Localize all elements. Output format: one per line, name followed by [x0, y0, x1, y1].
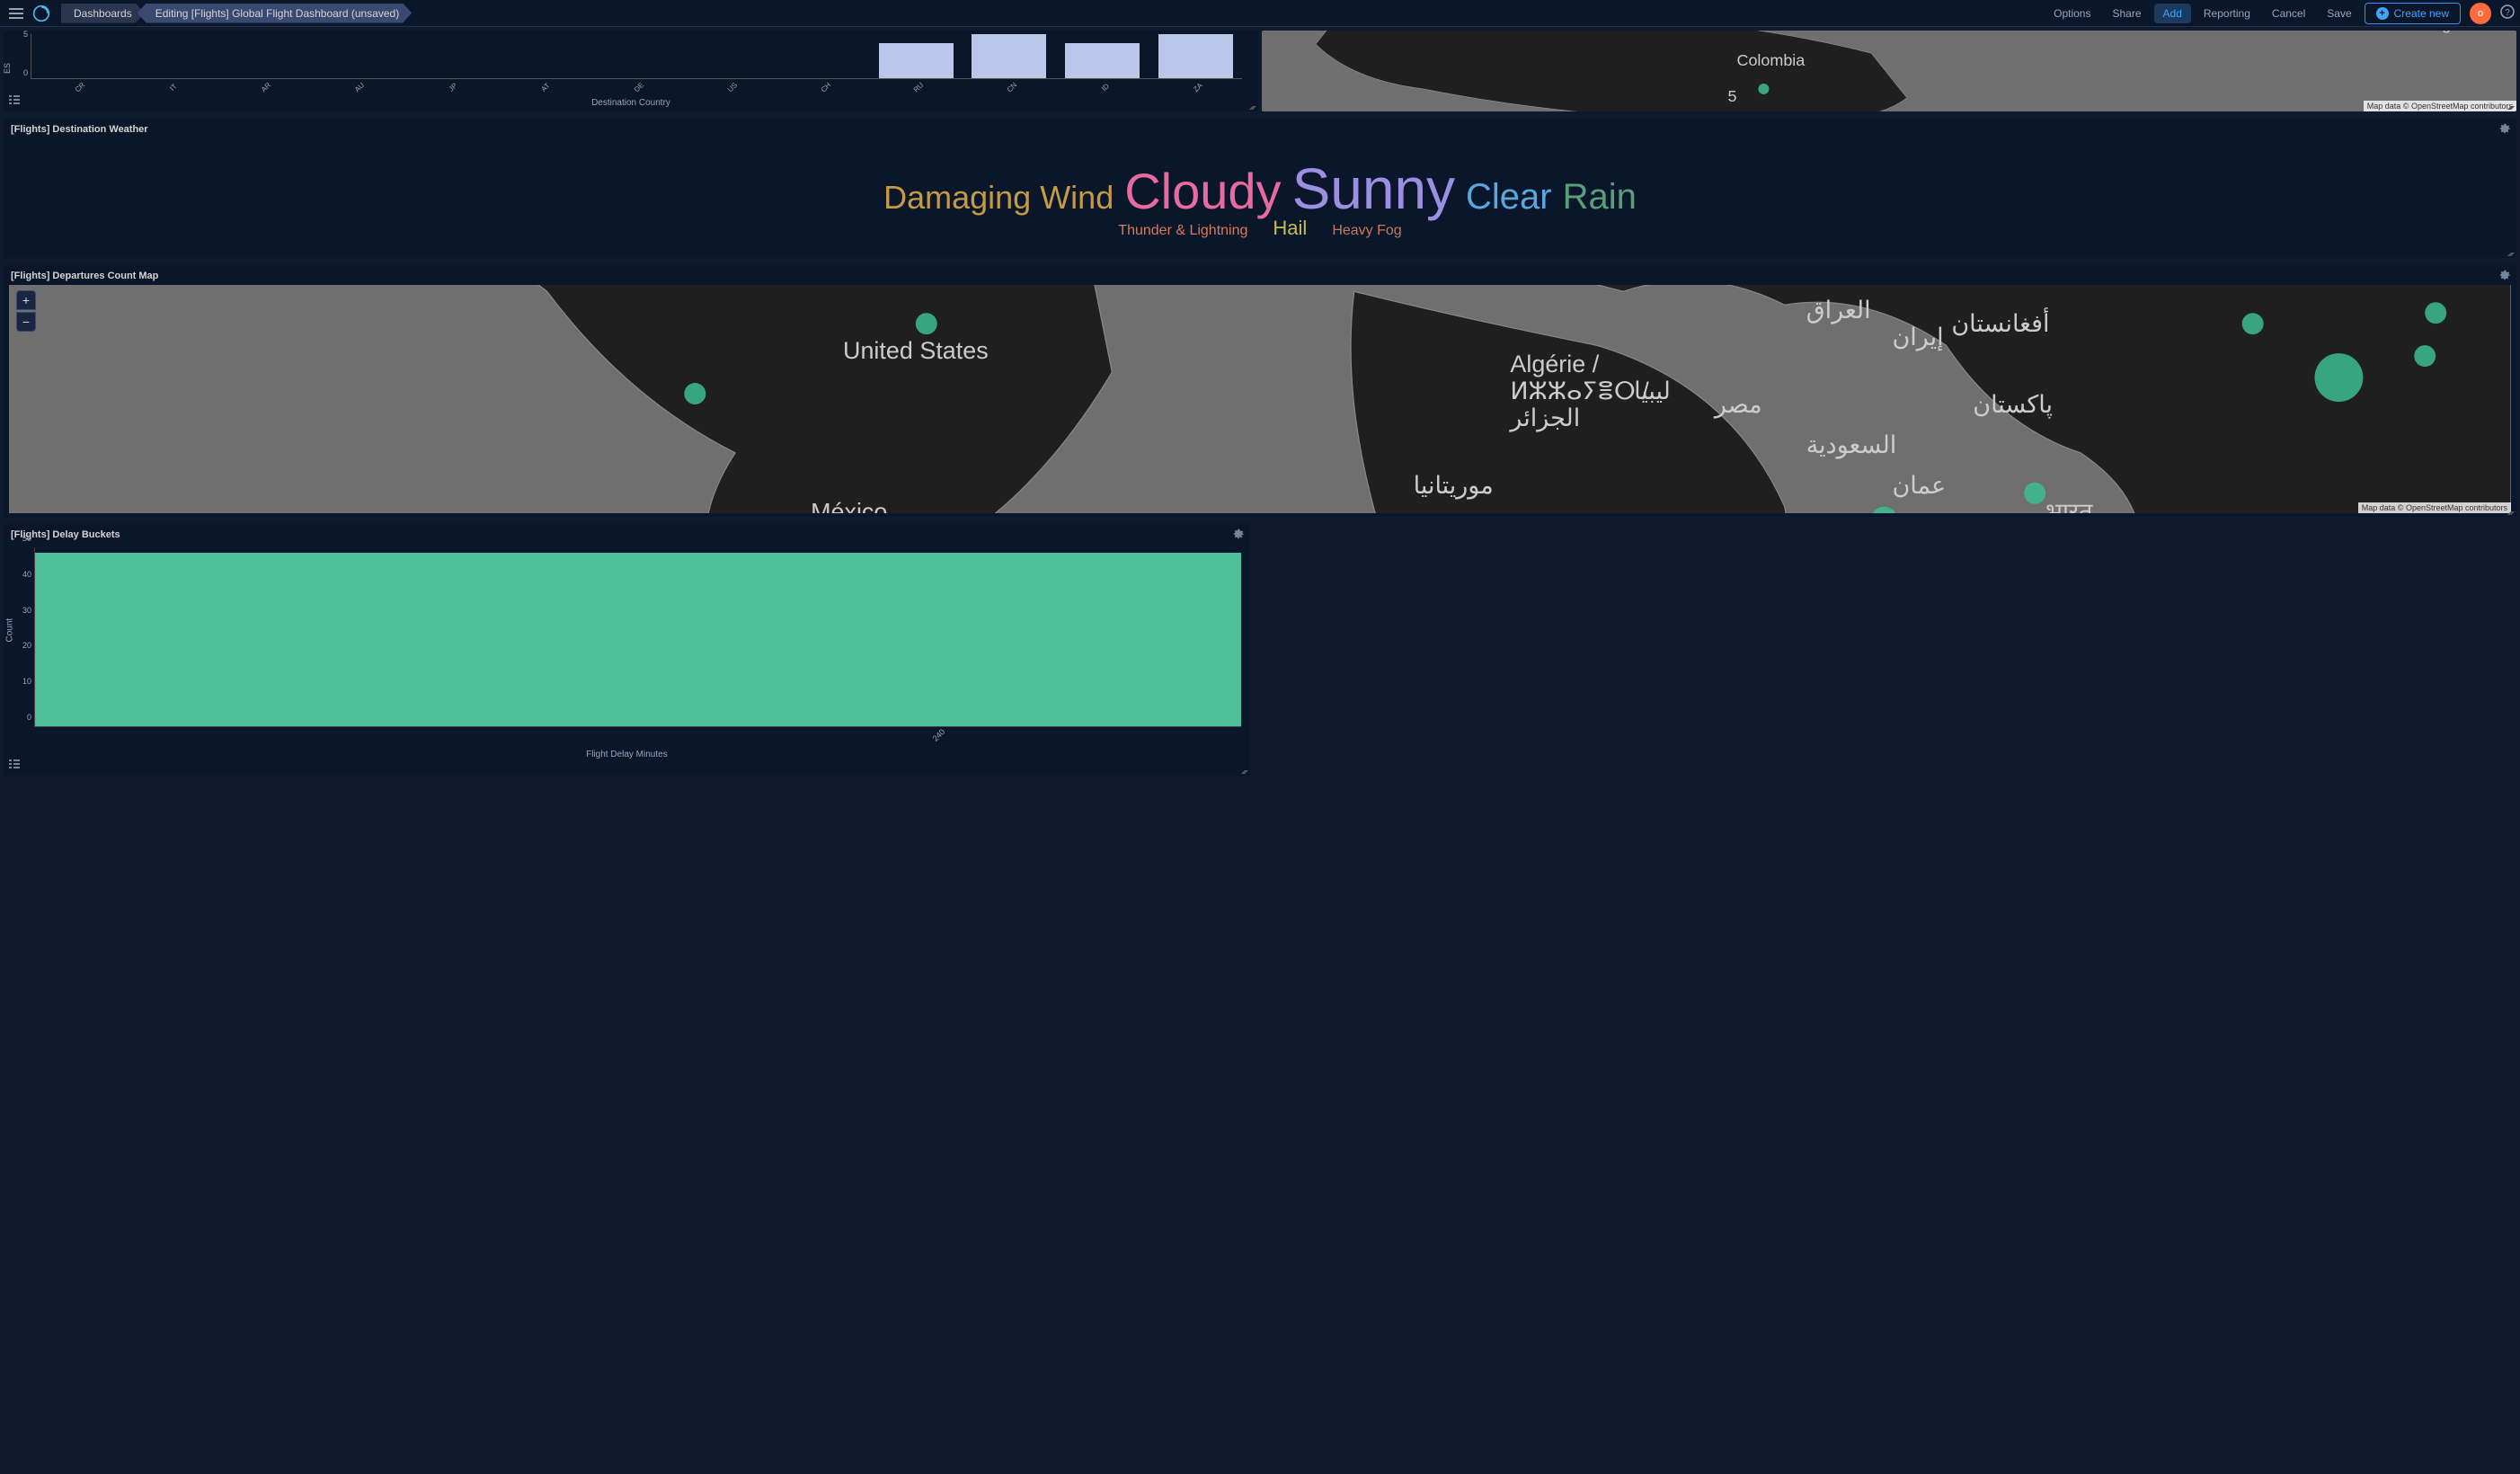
departures-map-panel: [Flights] Departures Count Map + − Unite…	[4, 265, 2516, 517]
create-new-label: Create new	[2394, 7, 2449, 20]
map-country-label: ⵍⵣⵣⴰⵢⴻⵔ /	[1510, 377, 1649, 404]
x-tick: 240	[930, 727, 946, 743]
gear-icon[interactable]	[2498, 122, 2511, 138]
map-country-label: موريتانيا	[1414, 472, 1494, 500]
share-button[interactable]: Share	[2103, 4, 2150, 23]
wordcloud-word[interactable]: Sunny	[1292, 155, 1455, 222]
y-tick: 50	[22, 534, 31, 543]
word-cloud[interactable]: Damaging Wind CloudySunny Clear Rain Thunde…	[4, 137, 2516, 258]
destination-country-panel: ES 0 5 CRITARAUJPATDEUSCHRUCNIDZA Destin…	[4, 31, 1258, 111]
weather-panel: [Flights] Destination Weather Damaging W…	[4, 119, 2516, 258]
panel-title: [Flights] Departures Count Map	[4, 265, 2516, 283]
map-country-label: پاکستان	[1973, 391, 2053, 419]
wordcloud-word[interactable]: Damaging Wind	[883, 179, 1114, 217]
zoom-controls: + −	[16, 290, 36, 332]
map-data-point[interactable]	[2314, 353, 2363, 402]
x-axis-label: Flight Delay Minutes	[4, 750, 1250, 759]
y-tick: 10	[22, 677, 31, 686]
zoom-out-button[interactable]: −	[16, 312, 36, 332]
map-country-label: مصر	[1713, 391, 1762, 419]
svg-text:?: ?	[2505, 8, 2510, 18]
map-country-label: السودان	[1704, 512, 1788, 513]
breadcrumb-dashboards[interactable]: Dashboards	[61, 4, 145, 23]
help-icon[interactable]: ?	[2500, 4, 2515, 22]
map-label: Colombia	[1736, 51, 1805, 69]
map-country-label: أفغانستان	[1951, 307, 2049, 337]
delay-chart[interactable]: Count 01020304050	[34, 547, 1241, 727]
map-country-label: عمان	[1892, 472, 1946, 499]
legend-toggle-icon[interactable]	[9, 94, 20, 108]
save-button[interactable]: Save	[2318, 4, 2360, 23]
wordcloud-word[interactable]: Cloudy	[1124, 162, 1281, 220]
map-country-label: ليبيا	[1634, 377, 1671, 404]
map-country-label: السعودية	[1806, 431, 1897, 459]
map-tick: 5	[1728, 87, 1737, 105]
legend-toggle-icon[interactable]	[9, 759, 20, 772]
dashboard-body: ES 0 5 CRITARAUJPATDEUSCHRUCNIDZA Destin…	[0, 27, 2520, 786]
options-button[interactable]: Options	[2045, 4, 2099, 23]
breadcrumb: Dashboards Editing [Flights] Global Flig…	[61, 4, 412, 23]
map-data-point[interactable]	[2414, 345, 2436, 367]
map-country-label: México	[811, 499, 887, 513]
gear-icon[interactable]	[2498, 269, 2511, 284]
breadcrumb-current: Editing [Flights] Global Flight Dashboar…	[138, 4, 412, 23]
wordcloud-word[interactable]: Hail	[1273, 217, 1307, 240]
resize-handle[interactable]	[2507, 102, 2515, 110]
create-new-button[interactable]: + Create new	[2365, 3, 2461, 24]
wordcloud-word[interactable]: Clear	[1466, 177, 1552, 218]
wordcloud-word[interactable]: Rain	[1563, 177, 1637, 218]
wordcloud-word[interactable]: Thunder & Lightning	[1118, 223, 1247, 239]
y-tick: 0	[27, 713, 31, 722]
delay-buckets-panel: [Flights] Delay Buckets Count 0102030405…	[4, 524, 1250, 776]
map-country-label: إيران	[1892, 324, 1943, 351]
y-tick: 5	[23, 30, 31, 39]
hamburger-menu-icon[interactable]	[5, 3, 27, 24]
map-canvas[interactable]: + − United StatesMéxicoColombiaFranceEsp…	[9, 285, 2511, 513]
zoom-in-button[interactable]: +	[16, 290, 36, 310]
header-actions: Options Share Add Reporting Cancel Save …	[2045, 3, 2515, 24]
map-attribution: Map data © OpenStreetMap contributors	[2358, 502, 2511, 513]
resize-handle[interactable]	[2507, 508, 2515, 515]
opensearch-logo-icon[interactable]	[31, 3, 52, 24]
plus-icon: +	[2376, 7, 2389, 20]
y-axis-label: Count	[5, 617, 15, 642]
wordcloud-word[interactable]: Heavy Fog	[1332, 223, 1401, 239]
y-axis-label: ES	[3, 63, 12, 74]
map-country-label: العراق	[1806, 297, 1871, 324]
resize-handle[interactable]	[2507, 249, 2515, 256]
y-tick: 30	[22, 606, 31, 615]
map-country-label: भारत	[2045, 499, 2093, 513]
y-tick: 0	[23, 68, 31, 77]
bar-chart[interactable]: 0 5	[31, 34, 1242, 79]
map-data-point[interactable]	[2425, 302, 2446, 324]
panel-title: [Flights] Delay Buckets	[4, 524, 1250, 542]
bar[interactable]	[1158, 34, 1233, 78]
app-header: Dashboards Editing [Flights] Global Flig…	[0, 0, 2520, 27]
chart-bar	[35, 553, 1241, 726]
map-attribution: Map data © OpenStreetMap contributors	[2364, 101, 2516, 111]
panel-title: [Flights] Destination Weather	[4, 119, 2516, 137]
resize-handle[interactable]	[1249, 102, 1256, 110]
map-label: Nigeria	[2427, 31, 2478, 33]
gear-icon[interactable]	[1232, 528, 1245, 543]
add-button[interactable]: Add	[2154, 4, 2191, 23]
bar[interactable]	[972, 34, 1046, 78]
map-country-label: Algérie /	[1510, 351, 1599, 377]
cancel-button[interactable]: Cancel	[2263, 4, 2314, 23]
y-tick: 40	[22, 570, 31, 579]
map-country-label: United States	[843, 337, 989, 364]
reporting-button[interactable]: Reporting	[2195, 4, 2259, 23]
map-data-point[interactable]	[684, 383, 705, 404]
y-tick: 20	[22, 641, 31, 650]
map-data-point[interactable]	[2242, 313, 2264, 334]
resize-handle[interactable]	[1241, 767, 1248, 774]
map-data-point[interactable]	[2024, 483, 2045, 504]
top-map-panel[interactable]: Colombia Nigeria 5 Map data © OpenStreet…	[1262, 31, 2516, 111]
map-country-label: الجزائر	[1508, 404, 1580, 432]
map-data-point[interactable]	[916, 313, 937, 334]
avatar[interactable]: o	[2470, 3, 2491, 24]
